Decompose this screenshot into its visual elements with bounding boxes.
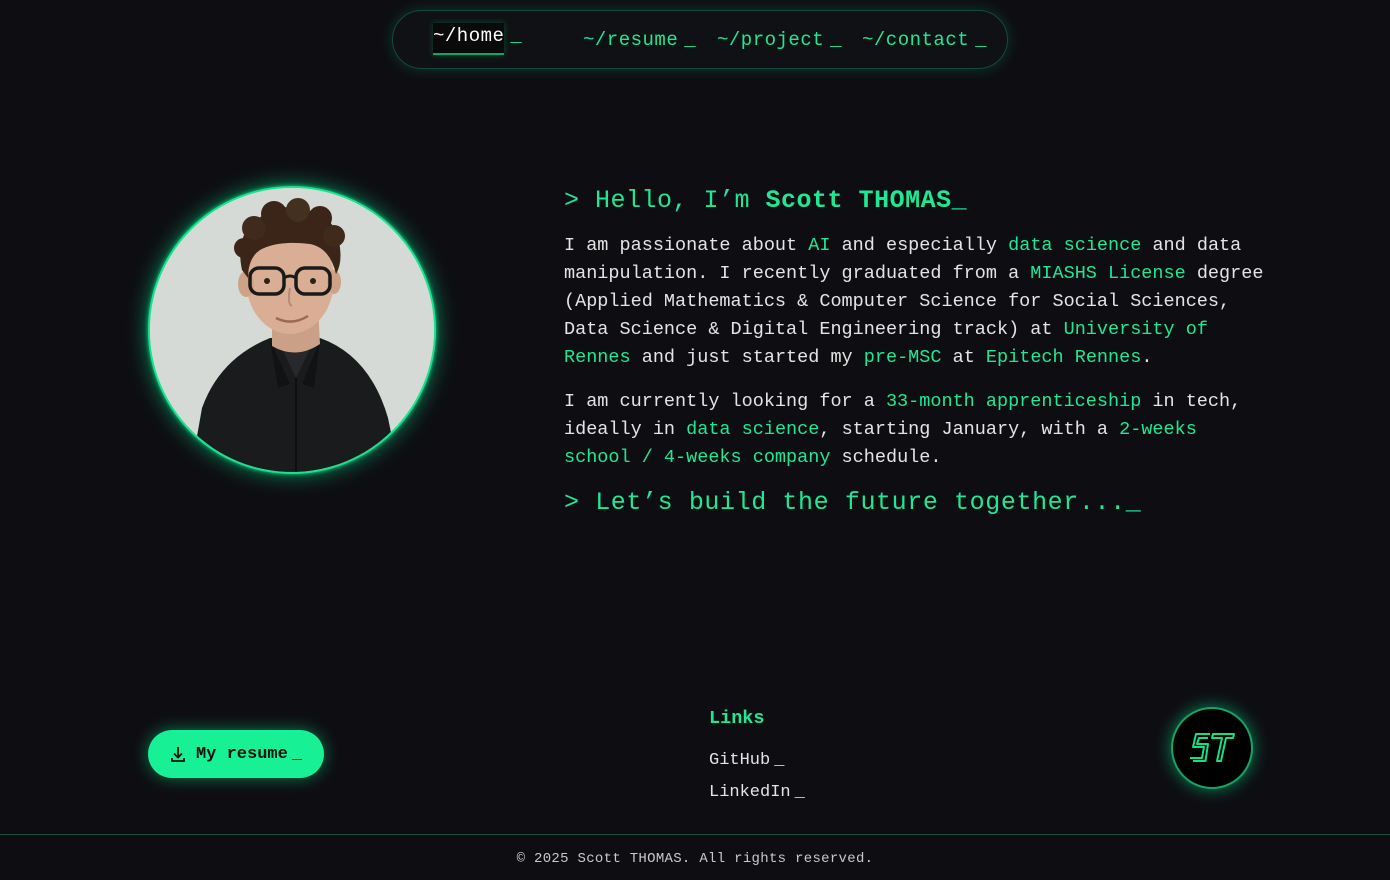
top-nav: ~/home _ ~/resume _ ~/project _ ~/contact _ — [392, 10, 1008, 69]
greeting-name: Scott THOMAS_ — [765, 186, 968, 215]
nav-link-project[interactable]: ~/project _ — [717, 29, 842, 51]
intro-paragraph-1: I am passionate about AI and especially … — [564, 232, 1264, 372]
greeting-prefix: > Hello, I’m — [564, 186, 766, 215]
text-segment: schedule. — [830, 447, 942, 468]
highlight-text: pre-MSC — [863, 347, 942, 368]
portrait-illustration — [150, 188, 434, 472]
linkedin-link-label: LinkedIn — [709, 783, 791, 802]
nav-link-resume[interactable]: ~/resume _ — [583, 29, 696, 51]
highlight-text: data science — [686, 419, 820, 440]
link-cursor: _ — [794, 783, 805, 802]
nav-link-home[interactable]: ~/home _ — [433, 23, 522, 55]
highlight-text: data science — [1008, 235, 1142, 256]
nav-link-contact-label: ~/contact — [862, 29, 970, 51]
links-title: Links — [709, 708, 765, 729]
nav-link-project-label: ~/project — [717, 29, 825, 51]
nav-cursor: _ — [975, 29, 988, 51]
profile-photo — [148, 186, 436, 474]
text-segment: . — [1141, 347, 1153, 368]
tagline: > Let’s build the future together..._ — [564, 488, 1142, 517]
my-resume-label: My resume — [195, 744, 288, 764]
github-link[interactable]: GitHub _ — [709, 745, 805, 777]
st-logo-mark — [1190, 733, 1235, 762]
footer-divider — [0, 834, 1390, 835]
text-segment: and especially — [830, 235, 1009, 256]
text-segment: and just started my — [630, 347, 864, 368]
link-cursor: _ — [774, 751, 785, 770]
highlight-text: MIASHS License — [1030, 263, 1186, 284]
nav-cursor: _ — [684, 29, 697, 51]
nav-cursor: _ — [830, 29, 843, 51]
greeting-heading: > Hello, I’m Scott THOMAS_ — [564, 184, 1264, 218]
download-icon — [171, 747, 185, 762]
nav-link-resume-label: ~/resume — [583, 29, 679, 51]
nav-link-home-label: ~/home — [433, 23, 505, 55]
st-logo[interactable] — [1171, 707, 1253, 789]
copyright-text: © 2025 Scott THOMAS. All rights reserved… — [516, 851, 874, 867]
nav-cursor: _ — [510, 25, 523, 47]
text-segment: I am currently looking for a — [564, 391, 886, 412]
text-segment: at — [941, 347, 986, 368]
text-segment: I am passionate about — [564, 235, 809, 256]
github-link-label: GitHub — [709, 751, 771, 770]
text-segment: , starting January, with a — [819, 419, 1120, 440]
linkedin-link[interactable]: LinkedIn _ — [709, 777, 805, 809]
my-resume-button[interactable]: My resume _ — [148, 730, 324, 778]
nav-link-contact[interactable]: ~/contact _ — [862, 29, 987, 51]
button-cursor: _ — [291, 744, 303, 764]
links-section: Links GitHub _ LinkedIn _ — [709, 708, 805, 809]
intro-section: > Hello, I’m Scott THOMAS_ I am passiona… — [564, 184, 1264, 520]
highlight-text: AI — [808, 235, 831, 256]
highlight-text: 33-month apprenticeship — [885, 391, 1142, 412]
intro-paragraph-2: I am currently looking for a 33-month ap… — [564, 388, 1264, 472]
highlight-text: Epitech Rennes — [985, 347, 1142, 368]
